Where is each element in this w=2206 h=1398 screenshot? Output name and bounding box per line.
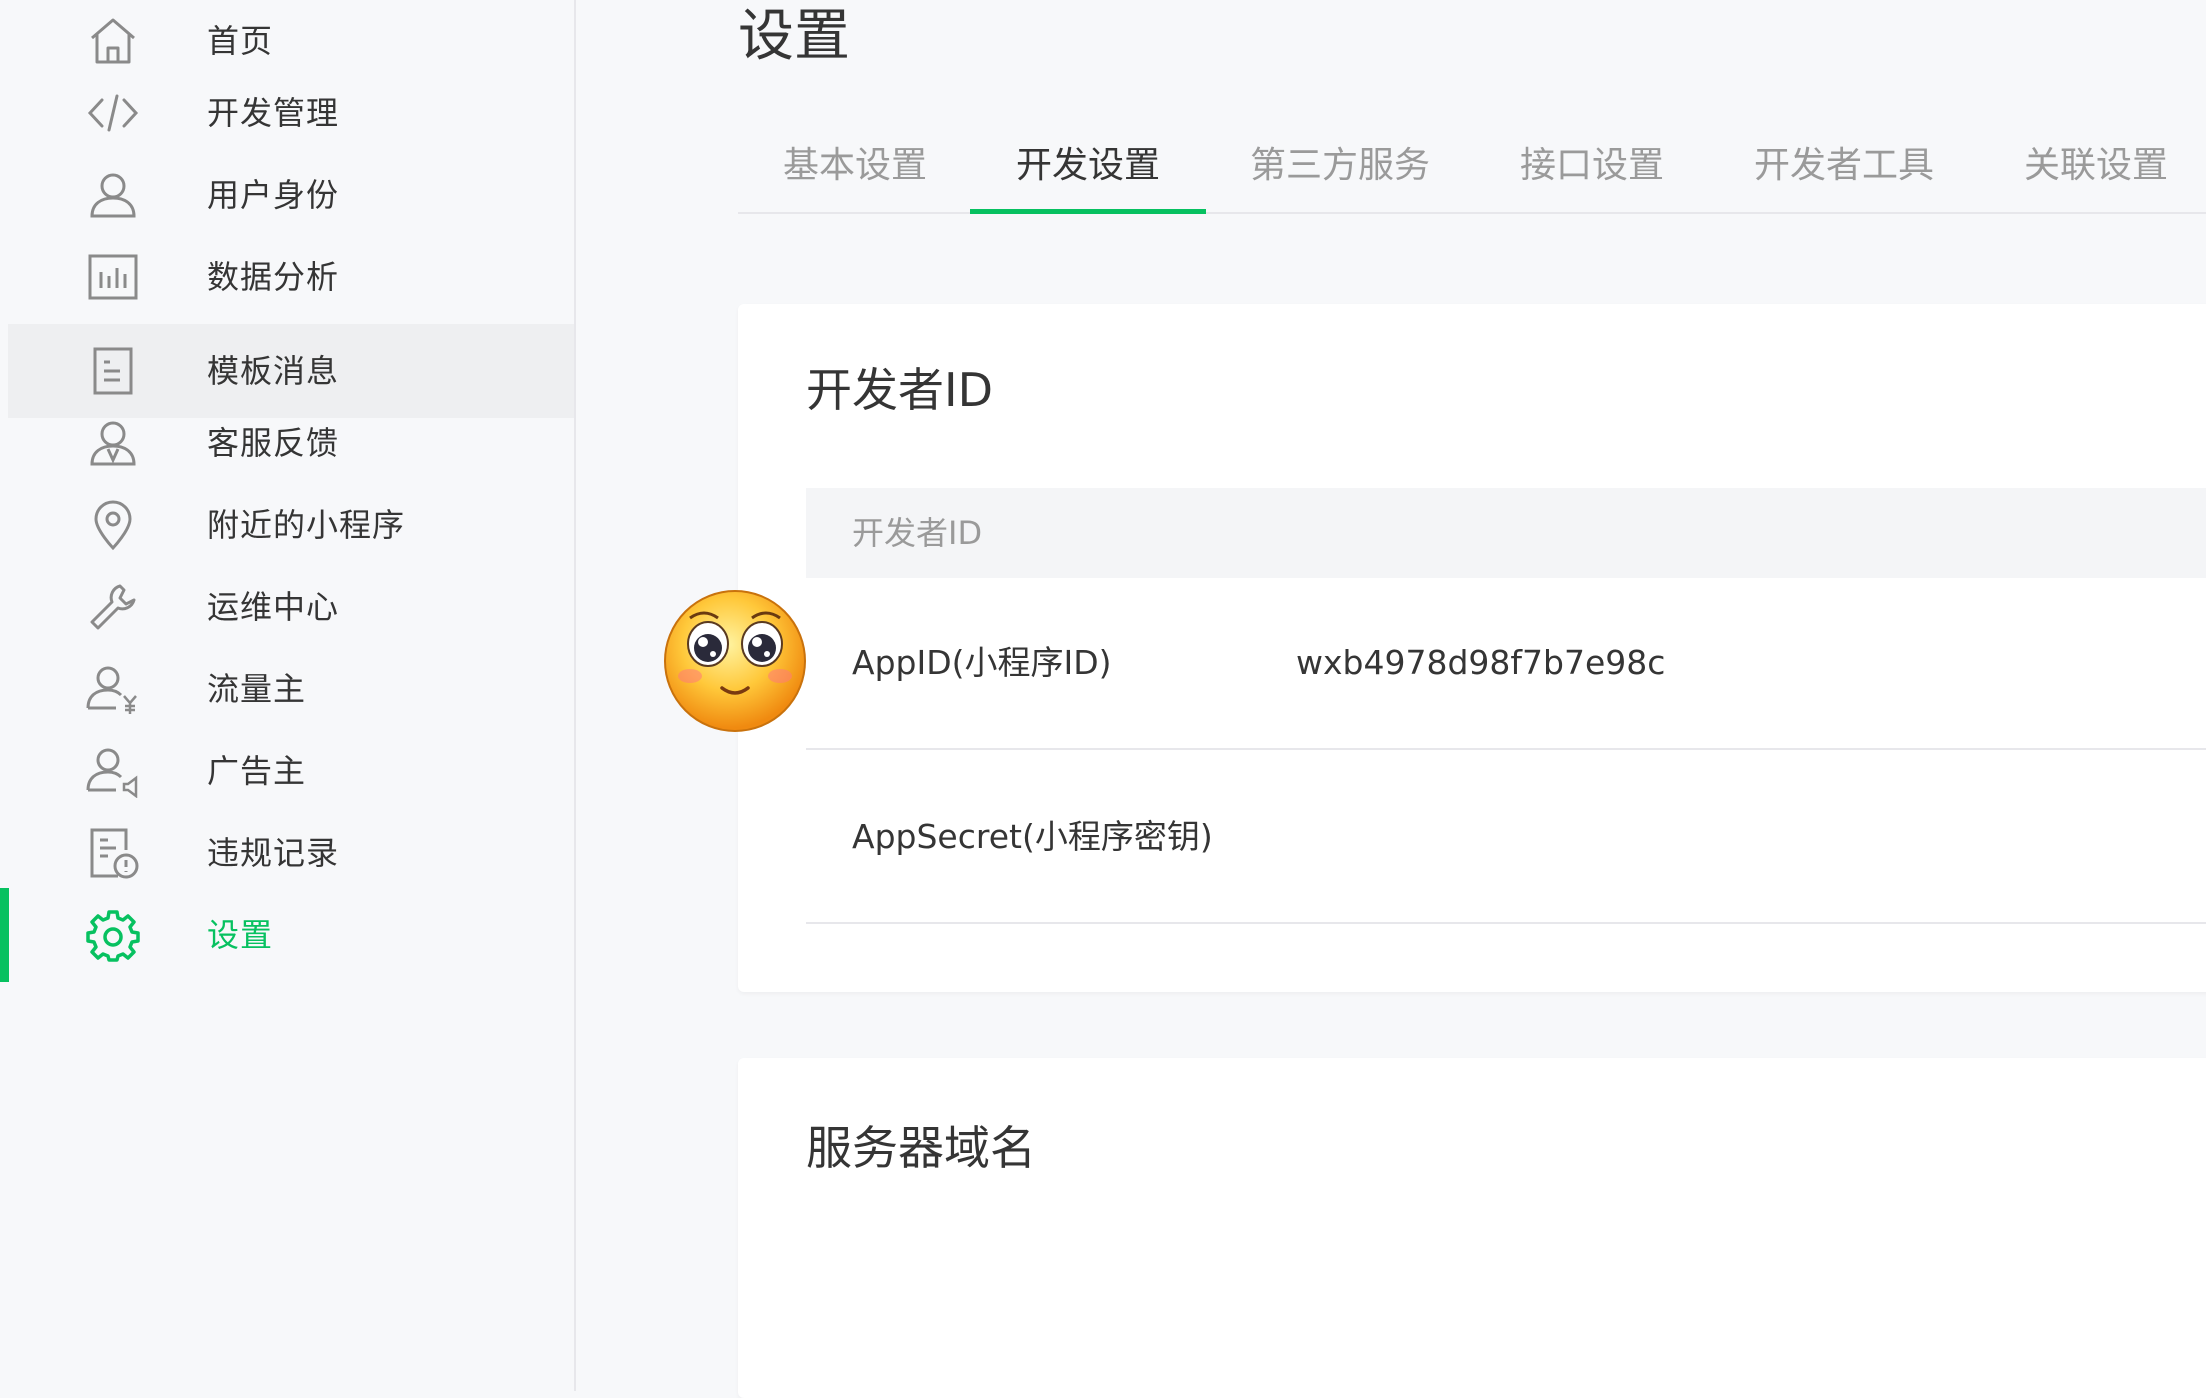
sidebar-item-label: 广告主 [207, 752, 307, 790]
sidebar-item-advertiser[interactable]: 广告主 [8, 724, 574, 818]
code-icon [86, 86, 140, 140]
sidebar-item-label: 数据分析 [207, 258, 340, 296]
user-speaker-icon [86, 744, 140, 798]
violation-record-icon [86, 826, 140, 880]
table-header-label: 开发者ID [852, 514, 983, 552]
home-icon [86, 14, 140, 68]
sidebar-item-label: 违规记录 [207, 834, 340, 872]
table-header: 开发者ID [806, 488, 2206, 578]
sidebar-item-label: 附近的小程序 [207, 506, 406, 544]
document-icon [86, 344, 140, 398]
user-icon [86, 168, 140, 222]
tab-third-party-services[interactable]: 第三方服务 [1250, 120, 1430, 212]
server-domain-card: 服务器域名 [738, 1058, 2206, 1398]
sidebar-item-settings[interactable]: 设置 [0, 888, 574, 982]
page-title: 设置 [738, 4, 850, 69]
card-title: 开发者ID [806, 363, 993, 417]
sidebar-item-label: 用户身份 [207, 176, 340, 214]
chart-icon [86, 250, 140, 304]
gear-icon [86, 908, 140, 962]
appid-label: AppID(小程序ID) [852, 643, 1112, 682]
tab-bar: 基本设置 开发设置 第三方服务 接口设置 开发者工具 关联设置 [738, 120, 2206, 214]
active-indicator [0, 888, 9, 982]
sidebar-item-label: 客服反馈 [207, 424, 340, 462]
sidebar: 首页 开发管理 用户身份 数据分析 模板消息 客服反馈 附近的小程序 运维中心 … [0, 0, 576, 1391]
sidebar-item-dev-management[interactable]: 开发管理 [8, 66, 574, 160]
customer-service-icon [86, 416, 140, 470]
sidebar-item-label: 设置 [207, 916, 274, 954]
tab-basic-settings[interactable]: 基本设置 [783, 120, 927, 212]
developer-id-card: 开发者ID 开发者ID AppID(小程序ID) wxb4978d98f7b7e… [738, 304, 2206, 992]
sidebar-item-user-identity[interactable]: 用户身份 [8, 148, 574, 242]
table-row: AppID(小程序ID) wxb4978d98f7b7e98c [806, 578, 2206, 750]
tab-api-settings[interactable]: 接口设置 [1520, 120, 1664, 212]
tab-linked-settings[interactable]: 关联设置 [2024, 120, 2168, 212]
wrench-icon [86, 580, 140, 634]
card-title: 服务器域名 [806, 1121, 1036, 1175]
sidebar-item-traffic-owner[interactable]: 流量主 [8, 642, 574, 736]
pleading-face-emoji-icon [660, 584, 810, 734]
sidebar-item-label: 流量主 [207, 670, 307, 708]
appsecret-label: AppSecret(小程序密钥) [852, 817, 1213, 856]
user-yen-icon [86, 662, 140, 716]
appid-value[interactable]: wxb4978d98f7b7e98c [1296, 578, 1665, 748]
sidebar-item-nearby-miniprogram[interactable]: 附近的小程序 [8, 478, 574, 572]
location-icon [86, 498, 140, 552]
tab-dev-settings[interactable]: 开发设置 [969, 120, 1207, 214]
sidebar-item-label: 运维中心 [207, 588, 340, 626]
sidebar-item-ops-center[interactable]: 运维中心 [8, 560, 574, 654]
tab-developer-tools[interactable]: 开发者工具 [1754, 120, 1934, 212]
table-row: AppSecret(小程序密钥) [806, 752, 2206, 924]
sidebar-item-customer-feedback[interactable]: 客服反馈 [8, 396, 574, 490]
sidebar-item-label: 开发管理 [207, 94, 340, 132]
sidebar-item-violation-record[interactable]: 违规记录 [8, 806, 574, 900]
sidebar-item-data-analysis[interactable]: 数据分析 [8, 230, 574, 324]
